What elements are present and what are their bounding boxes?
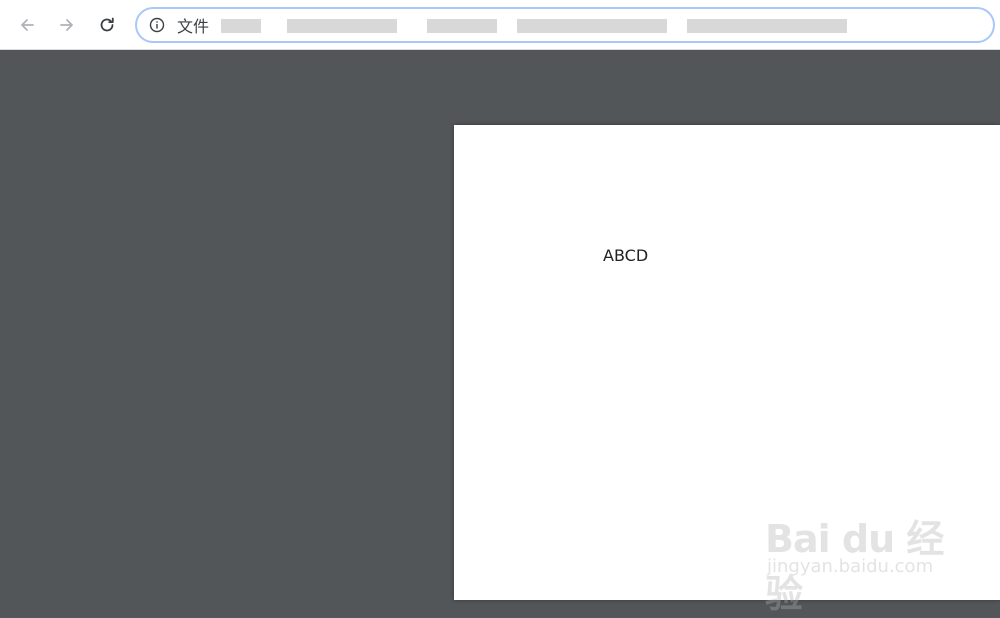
info-icon[interactable] (149, 17, 165, 33)
address-url[interactable] (217, 15, 867, 35)
forward-button[interactable] (52, 10, 82, 40)
reload-icon (100, 17, 114, 32)
arrow-left-icon (21, 19, 34, 31)
back-button[interactable] (12, 10, 42, 40)
document-text: ABCD (603, 246, 649, 265)
reload-button[interactable] (92, 10, 122, 40)
arrow-right-icon (60, 19, 73, 31)
browser-toolbar: 文件 (0, 0, 1000, 50)
watermark: Bai du 经验 jingyan.baidu.com (765, 490, 955, 616)
address-scheme-label: 文件 (177, 17, 210, 36)
watermark-sub: jingyan.baidu.com (767, 556, 934, 577)
address-bar[interactable]: 文件 (135, 7, 995, 43)
